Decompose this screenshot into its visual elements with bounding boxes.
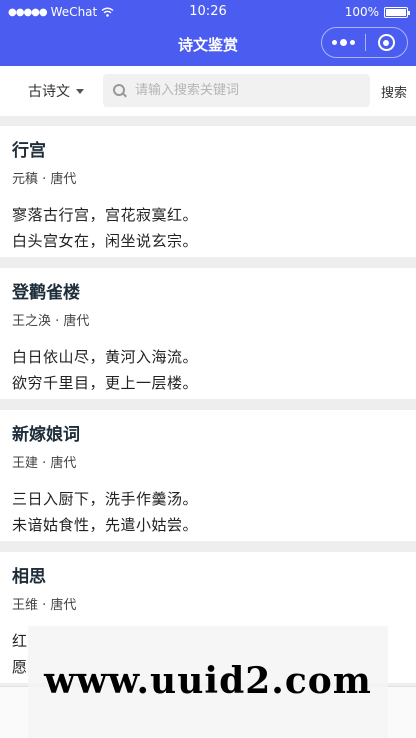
- battery-icon: [384, 6, 410, 18]
- poem-card[interactable]: 行宫 元稹 · 唐代 寥落古行宫，宫花寂寞红。 白头宫女在，闲坐说玄宗。: [0, 126, 416, 257]
- search-input[interactable]: [135, 83, 355, 98]
- poem-line: 红: [12, 632, 28, 650]
- poem-author: 王之涣 · 唐代: [12, 314, 90, 329]
- search-box[interactable]: [103, 74, 370, 107]
- more-dots-icon[interactable]: [322, 28, 365, 57]
- poem-line: 欲穷千里目，更上一层楼。: [12, 374, 199, 392]
- poem-card[interactable]: 新嫁娘词 王建 · 唐代 三日入厨下，洗手作羹汤。 未谙姑食性，先遣小姑尝。: [0, 410, 416, 541]
- category-dropdown[interactable]: 古诗文: [28, 81, 84, 101]
- search-bar: 古诗文 搜索: [0, 66, 416, 116]
- poem-title: 新嫁娘词: [12, 425, 80, 445]
- battery-label: 100%: [344, 5, 379, 19]
- search-button[interactable]: 搜索: [381, 82, 407, 101]
- poem-line: 三日入厨下，洗手作羹汤。: [12, 490, 199, 508]
- poem-title: 相思: [12, 567, 46, 587]
- status-bar: ●●●●● WeChat 10:26 100%: [0, 0, 416, 24]
- poem-title: 行宫: [12, 141, 46, 161]
- poem-author: 元稹 · 唐代: [12, 172, 77, 187]
- target-close-icon[interactable]: [365, 28, 407, 57]
- poem-card[interactable]: 登鹳雀楼 王之涣 · 唐代 白日依山尽，黄河入海流。 欲穷千里目，更上一层楼。: [0, 268, 416, 399]
- battery-fill: [386, 8, 406, 16]
- nav-bar: 诗文鉴赏: [0, 24, 416, 66]
- watermark: www.uuid2.com: [44, 660, 372, 702]
- poem-line: 白日依山尽，黄河入海流。: [12, 348, 199, 366]
- mini-program-capsule: [321, 27, 408, 58]
- search-icon: [113, 83, 127, 98]
- poem-line: 寥落古行宫，宫花寂寞红。: [12, 206, 199, 224]
- status-right: 100%: [344, 5, 410, 19]
- poem-line: 白头宫女在，闲坐说玄宗。: [12, 232, 199, 250]
- poem-title: 登鹳雀楼: [12, 283, 80, 303]
- caret-down-icon: [76, 88, 84, 94]
- poem-line: 未谙姑食性，先遣小姑尝。: [12, 516, 199, 534]
- top-bar: ●●●●● WeChat 10:26 100% 诗文鉴赏: [0, 0, 416, 66]
- category-label: 古诗文: [28, 84, 70, 100]
- poem-author: 王建 · 唐代: [12, 456, 77, 471]
- poem-author: 王维 · 唐代: [12, 598, 77, 613]
